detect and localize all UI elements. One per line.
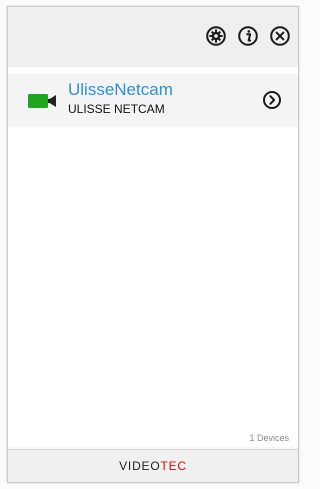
device-open-button[interactable] [261, 89, 283, 111]
device-count: 1 Devices [249, 433, 289, 443]
device-name: UlisseNetcam [68, 80, 173, 99]
info-button[interactable] [236, 24, 260, 48]
gear-icon [206, 26, 226, 46]
device-row-ulissenetcam[interactable]: UlisseNetcam ULISSE NETCAM [8, 74, 298, 127]
close-icon [270, 26, 290, 46]
brand-right: TEC [160, 459, 187, 473]
device-details: UlisseNetcam ULISSE NETCAM [68, 80, 258, 116]
device-model: ULISSE NETCAM [68, 102, 165, 116]
toolbar-actions [204, 24, 292, 48]
chevron-right-circle-icon [263, 91, 281, 109]
top-toolbar [8, 7, 298, 67]
camera-icon [28, 94, 56, 108]
brand-left: VIDEO [119, 459, 161, 473]
info-icon [238, 26, 258, 46]
videotec-logo: VIDEO TEC [119, 460, 187, 472]
app-window: UlisseNetcam ULISSE NETCAM 1 Devices VID… [7, 6, 299, 483]
settings-button[interactable] [204, 24, 228, 48]
device-list: UlisseNetcam ULISSE NETCAM [8, 67, 298, 447]
close-button[interactable] [268, 24, 292, 48]
footer: VIDEO TEC [8, 449, 298, 482]
